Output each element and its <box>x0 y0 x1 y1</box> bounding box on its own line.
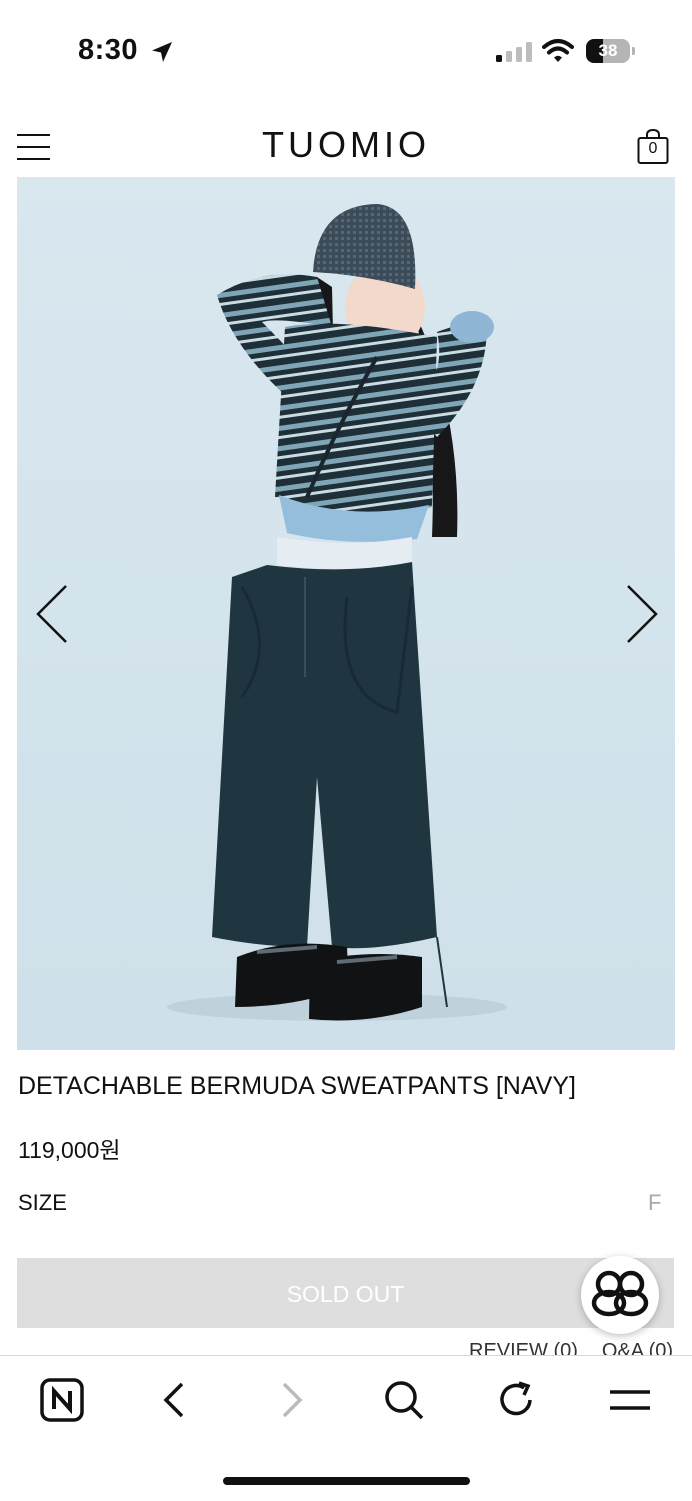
battery-level: 38 <box>598 41 618 60</box>
cellular-signal-icon <box>496 42 532 62</box>
back-icon[interactable] <box>154 1378 198 1422</box>
product-tabs: REVIEW (0) Q&A (0) <box>469 1340 692 1356</box>
wifi-icon <box>542 39 574 62</box>
size-value: F <box>648 1190 662 1215</box>
chat-logo-icon <box>591 1270 649 1317</box>
next-image-arrow-icon[interactable] <box>624 584 660 644</box>
site-logo[interactable]: TUOMIO <box>196 124 496 166</box>
product-photo-illustration <box>167 204 507 1021</box>
previous-image-arrow-icon[interactable] <box>34 584 70 644</box>
forward-icon[interactable] <box>268 1378 312 1422</box>
tab-qna[interactable]: Q&A (0) <box>602 1340 673 1356</box>
size-label: SIZE <box>18 1190 67 1215</box>
battery-indicator: 38 <box>586 39 630 63</box>
home-indicator <box>223 1477 470 1485</box>
status-time: 8:30 <box>78 34 139 66</box>
product-price: 119,000원 <box>18 1137 121 1163</box>
hamburger-menu-icon[interactable] <box>17 132 50 162</box>
product-image[interactable] <box>17 177 675 1050</box>
menu-icon[interactable] <box>606 1378 654 1422</box>
refresh-icon[interactable] <box>494 1378 538 1422</box>
product-title: DETACHABLE BERMUDA SWEATPANTS [NAVY] <box>18 1072 576 1100</box>
chat-widget-button[interactable] <box>581 1256 659 1334</box>
search-icon[interactable] <box>382 1378 426 1422</box>
location-arrow-icon <box>152 42 172 62</box>
sold-out-button[interactable]: SOLD OUT <box>17 1258 674 1328</box>
naver-icon[interactable] <box>40 1378 84 1422</box>
cart-count: 0 <box>648 140 658 157</box>
tab-review[interactable]: REVIEW (0) <box>469 1340 578 1356</box>
